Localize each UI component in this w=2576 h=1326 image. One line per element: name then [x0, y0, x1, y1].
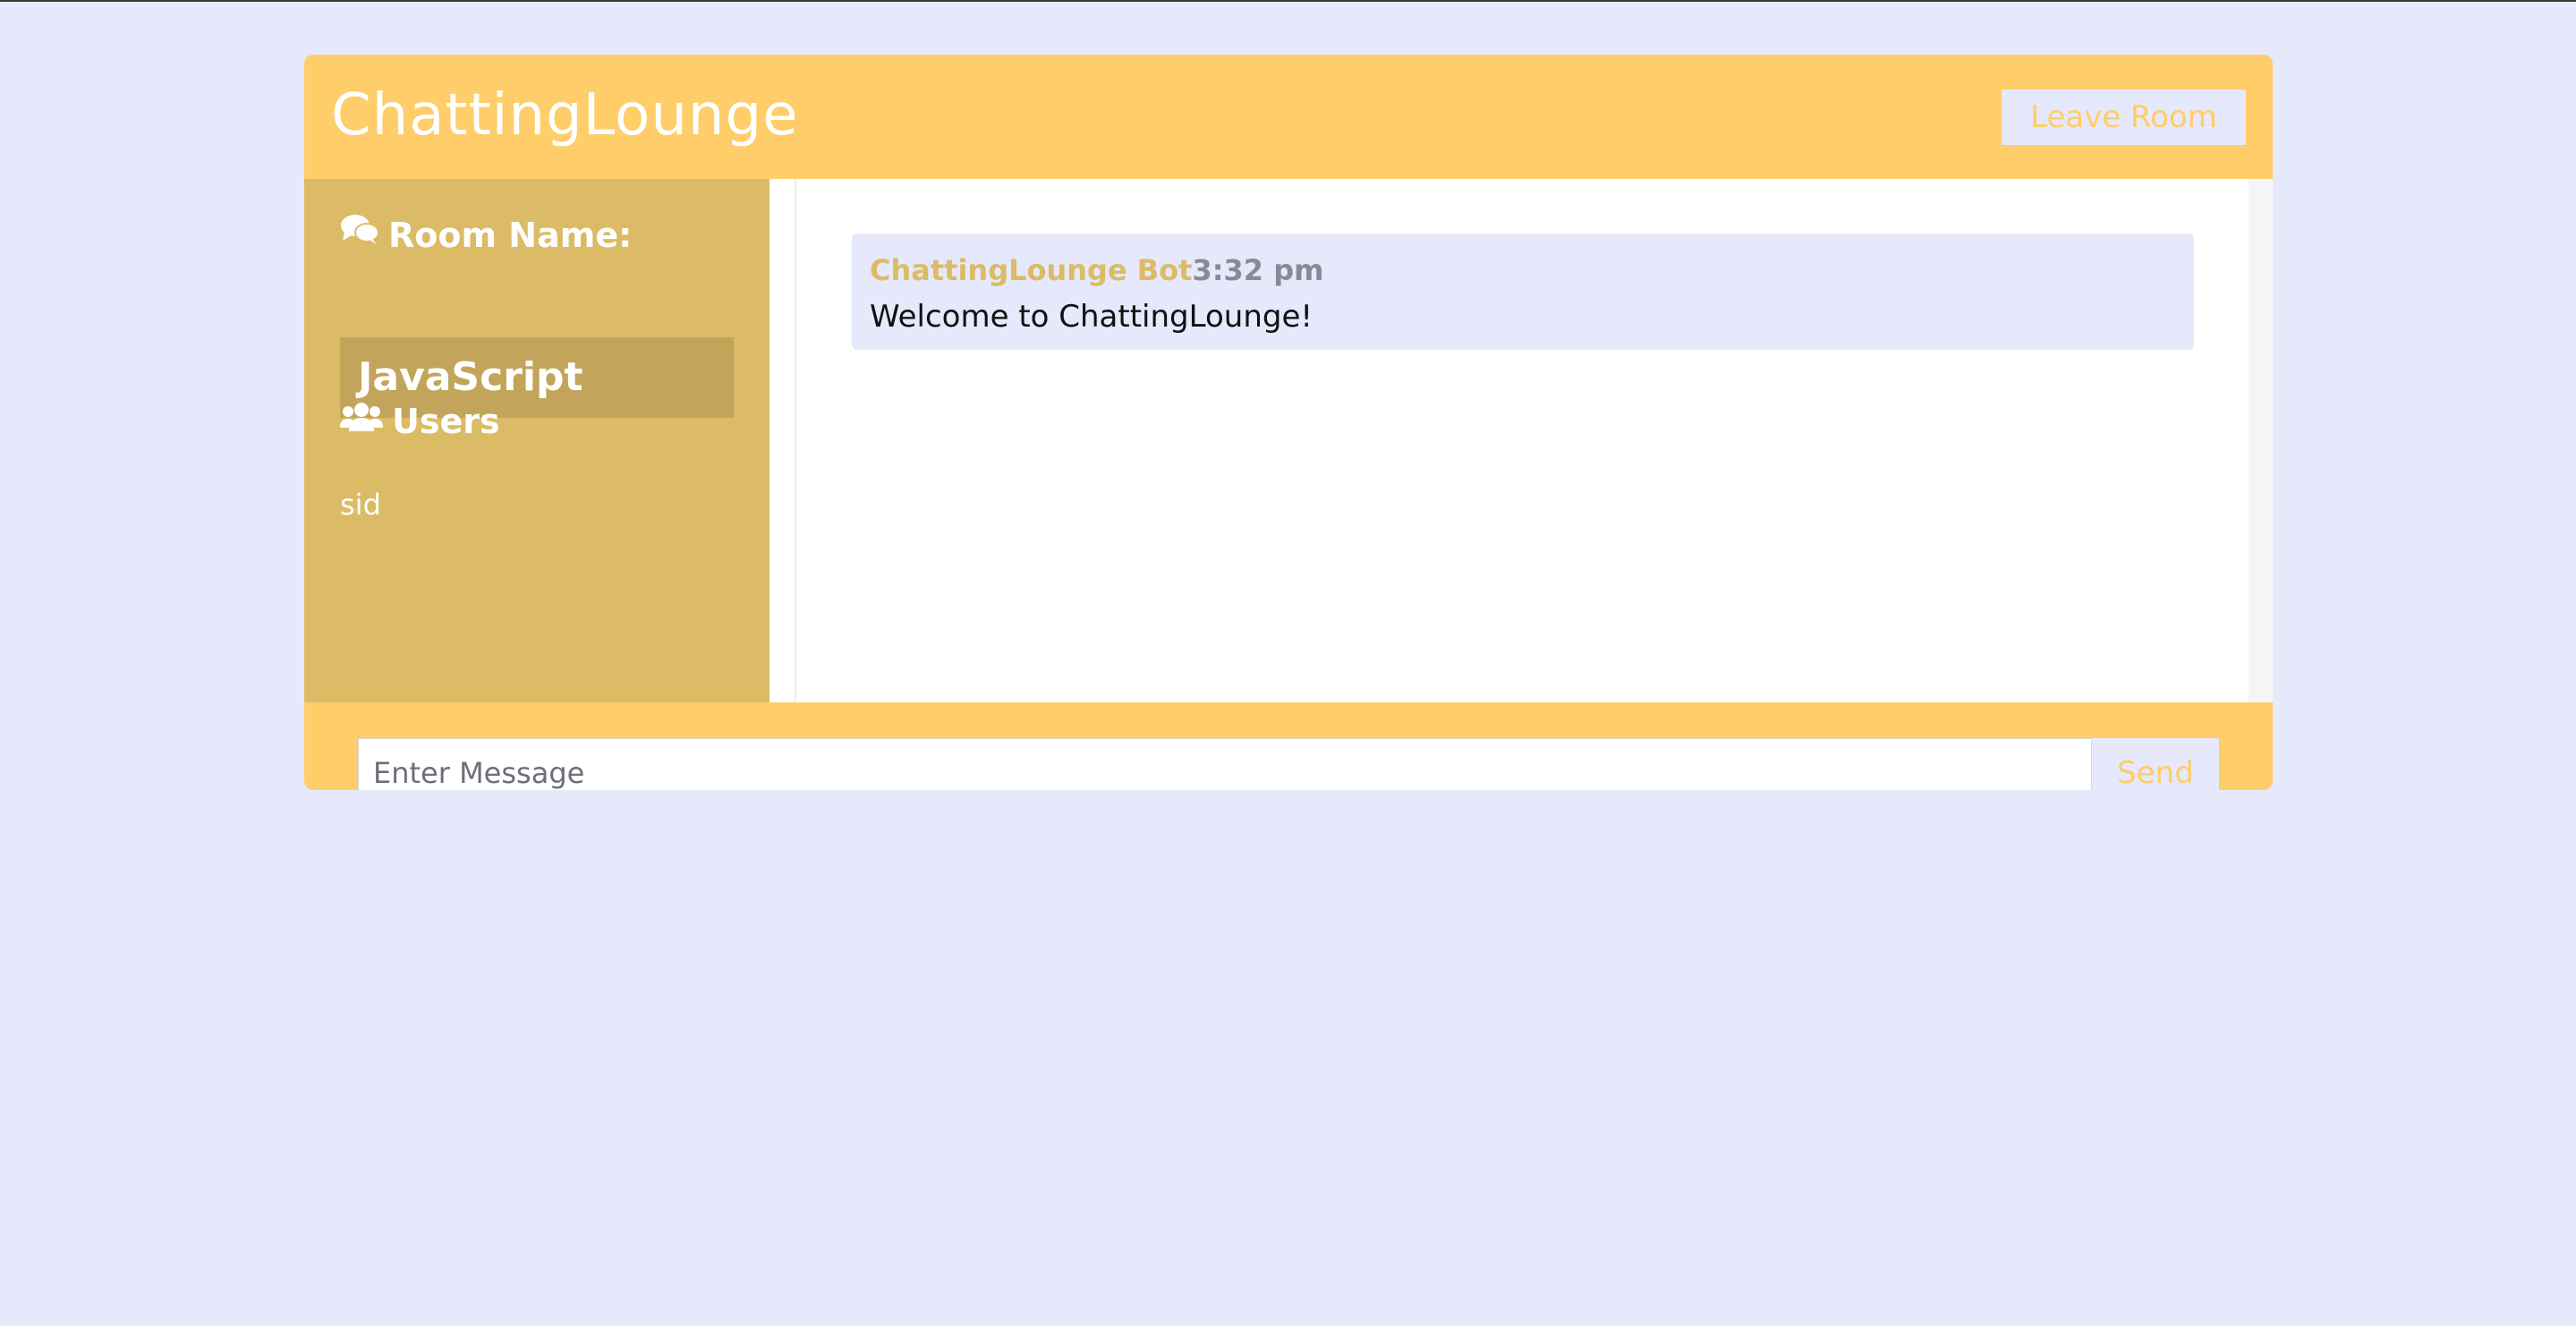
message-text: Welcome to ChattingLounge! [870, 299, 1314, 335]
comments-icon [340, 213, 388, 258]
chat-message: ChattingLounge Bot3:32 pm Welcome to Cha… [852, 234, 2194, 350]
room-name-heading: Room Name: [340, 213, 632, 258]
message-meta: ChattingLounge Bot3:32 pm [870, 251, 2176, 289]
app-logo-title: ChattingLounge [331, 82, 799, 149]
leave-room-button[interactable]: Leave Room [2002, 89, 2246, 145]
room-name-heading-label: Room Name: [388, 216, 633, 255]
user-list-item: sid [340, 488, 381, 522]
chat-header: ChattingLounge Leave Room [304, 55, 2273, 179]
users-heading-label: Users [392, 402, 500, 441]
chat-messages: ChattingLounge Bot3:32 pm Welcome to Cha… [769, 179, 2273, 702]
users-icon [340, 399, 392, 444]
chat-main: Room Name: JavaScript Users sid Chatting… [304, 179, 2273, 702]
chat-sidebar: Room Name: JavaScript Users sid [304, 179, 769, 702]
messages-scroll-area[interactable]: ChattingLounge Bot3:32 pm Welcome to Cha… [795, 179, 2250, 702]
message-sender: ChattingLounge Bot [870, 253, 1193, 287]
scrollbar-gutter[interactable] [2249, 179, 2273, 702]
window-top-border [0, 0, 2576, 2]
users-heading: Users [340, 399, 500, 444]
send-button[interactable]: Send [2092, 738, 2219, 790]
chat-form-container: Send [304, 702, 2273, 790]
chat-container: ChattingLounge Leave Room Room Name: Jav… [304, 55, 2273, 790]
message-time: 3:32 pm [1192, 253, 1324, 287]
message-input[interactable] [358, 738, 2092, 790]
